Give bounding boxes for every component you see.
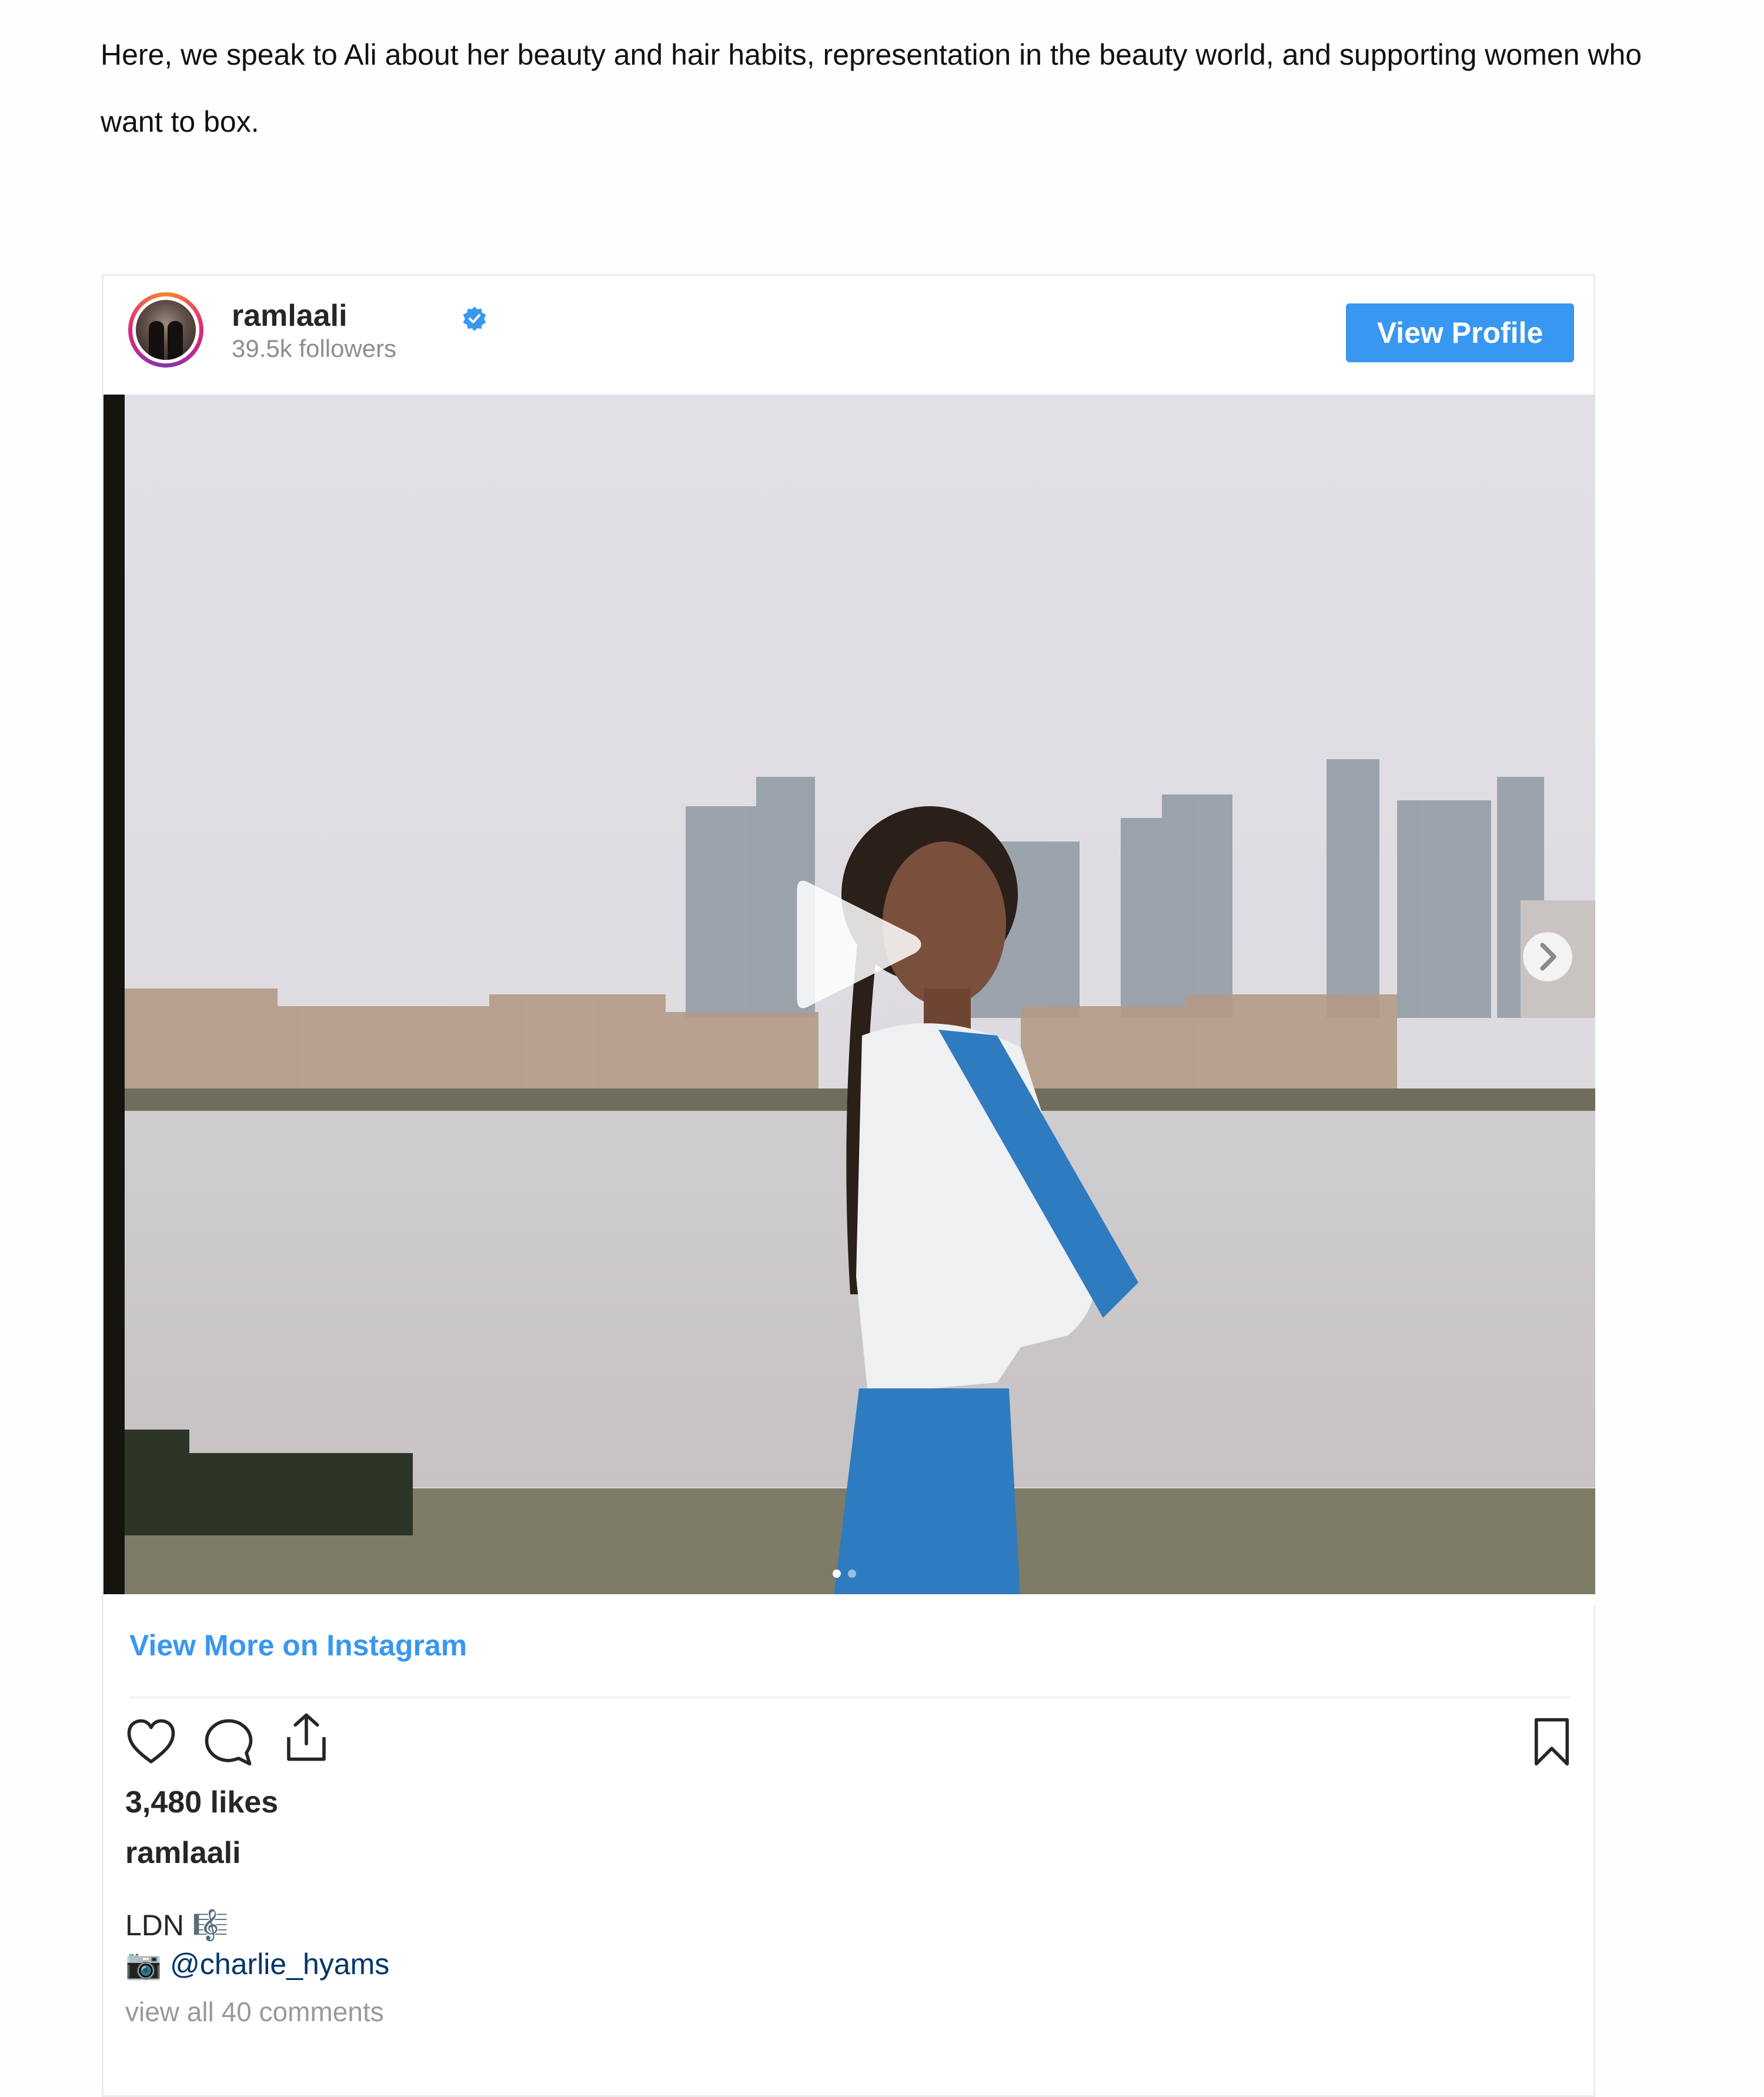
share-icon[interactable] [280,1711,333,1764]
view-comments-link[interactable]: view all 40 comments [125,1996,384,2028]
verified-badge-icon [463,306,486,331]
avatar-photo [136,300,196,360]
bookmark-icon[interactable] [1525,1715,1578,1768]
caption-text: LDN 🎼 [125,1909,229,1942]
carousel-dot-active [833,1570,841,1578]
instagram-embed: ramlaali 39.5k followers View Profile Vi… [102,274,1595,2097]
camera-emoji: 📷 [125,1948,162,1981]
caption-credit: 📷 @charlie_hyams [125,1947,389,1982]
divider [129,1697,1571,1698]
chevron-right-icon[interactable] [1522,931,1573,983]
view-more-link[interactable]: View More on Instagram [129,1628,467,1662]
carousel-dot [848,1570,856,1578]
profile-username[interactable]: ramlaali [232,298,348,333]
play-icon[interactable] [789,874,930,1015]
follower-count: 39.5k followers [232,335,397,362]
caption-username[interactable]: ramlaali [125,1835,241,1871]
heart-icon[interactable] [125,1715,178,1768]
carousel-indicators [833,1570,856,1578]
mention-link[interactable]: @charlie_hyams [170,1948,389,1981]
view-profile-button[interactable]: View Profile [1346,303,1574,362]
like-count: 3,480 likes [125,1785,279,1819]
comment-bubble-icon[interactable] [202,1715,255,1768]
avatar-ring [132,296,199,363]
embed-header: ramlaali 39.5k followers View Profile [103,276,1593,396]
article-intro: Here, we speak to Ali about her beauty a… [101,38,1642,138]
post-media[interactable] [103,395,1595,1606]
avatar[interactable] [128,292,203,368]
